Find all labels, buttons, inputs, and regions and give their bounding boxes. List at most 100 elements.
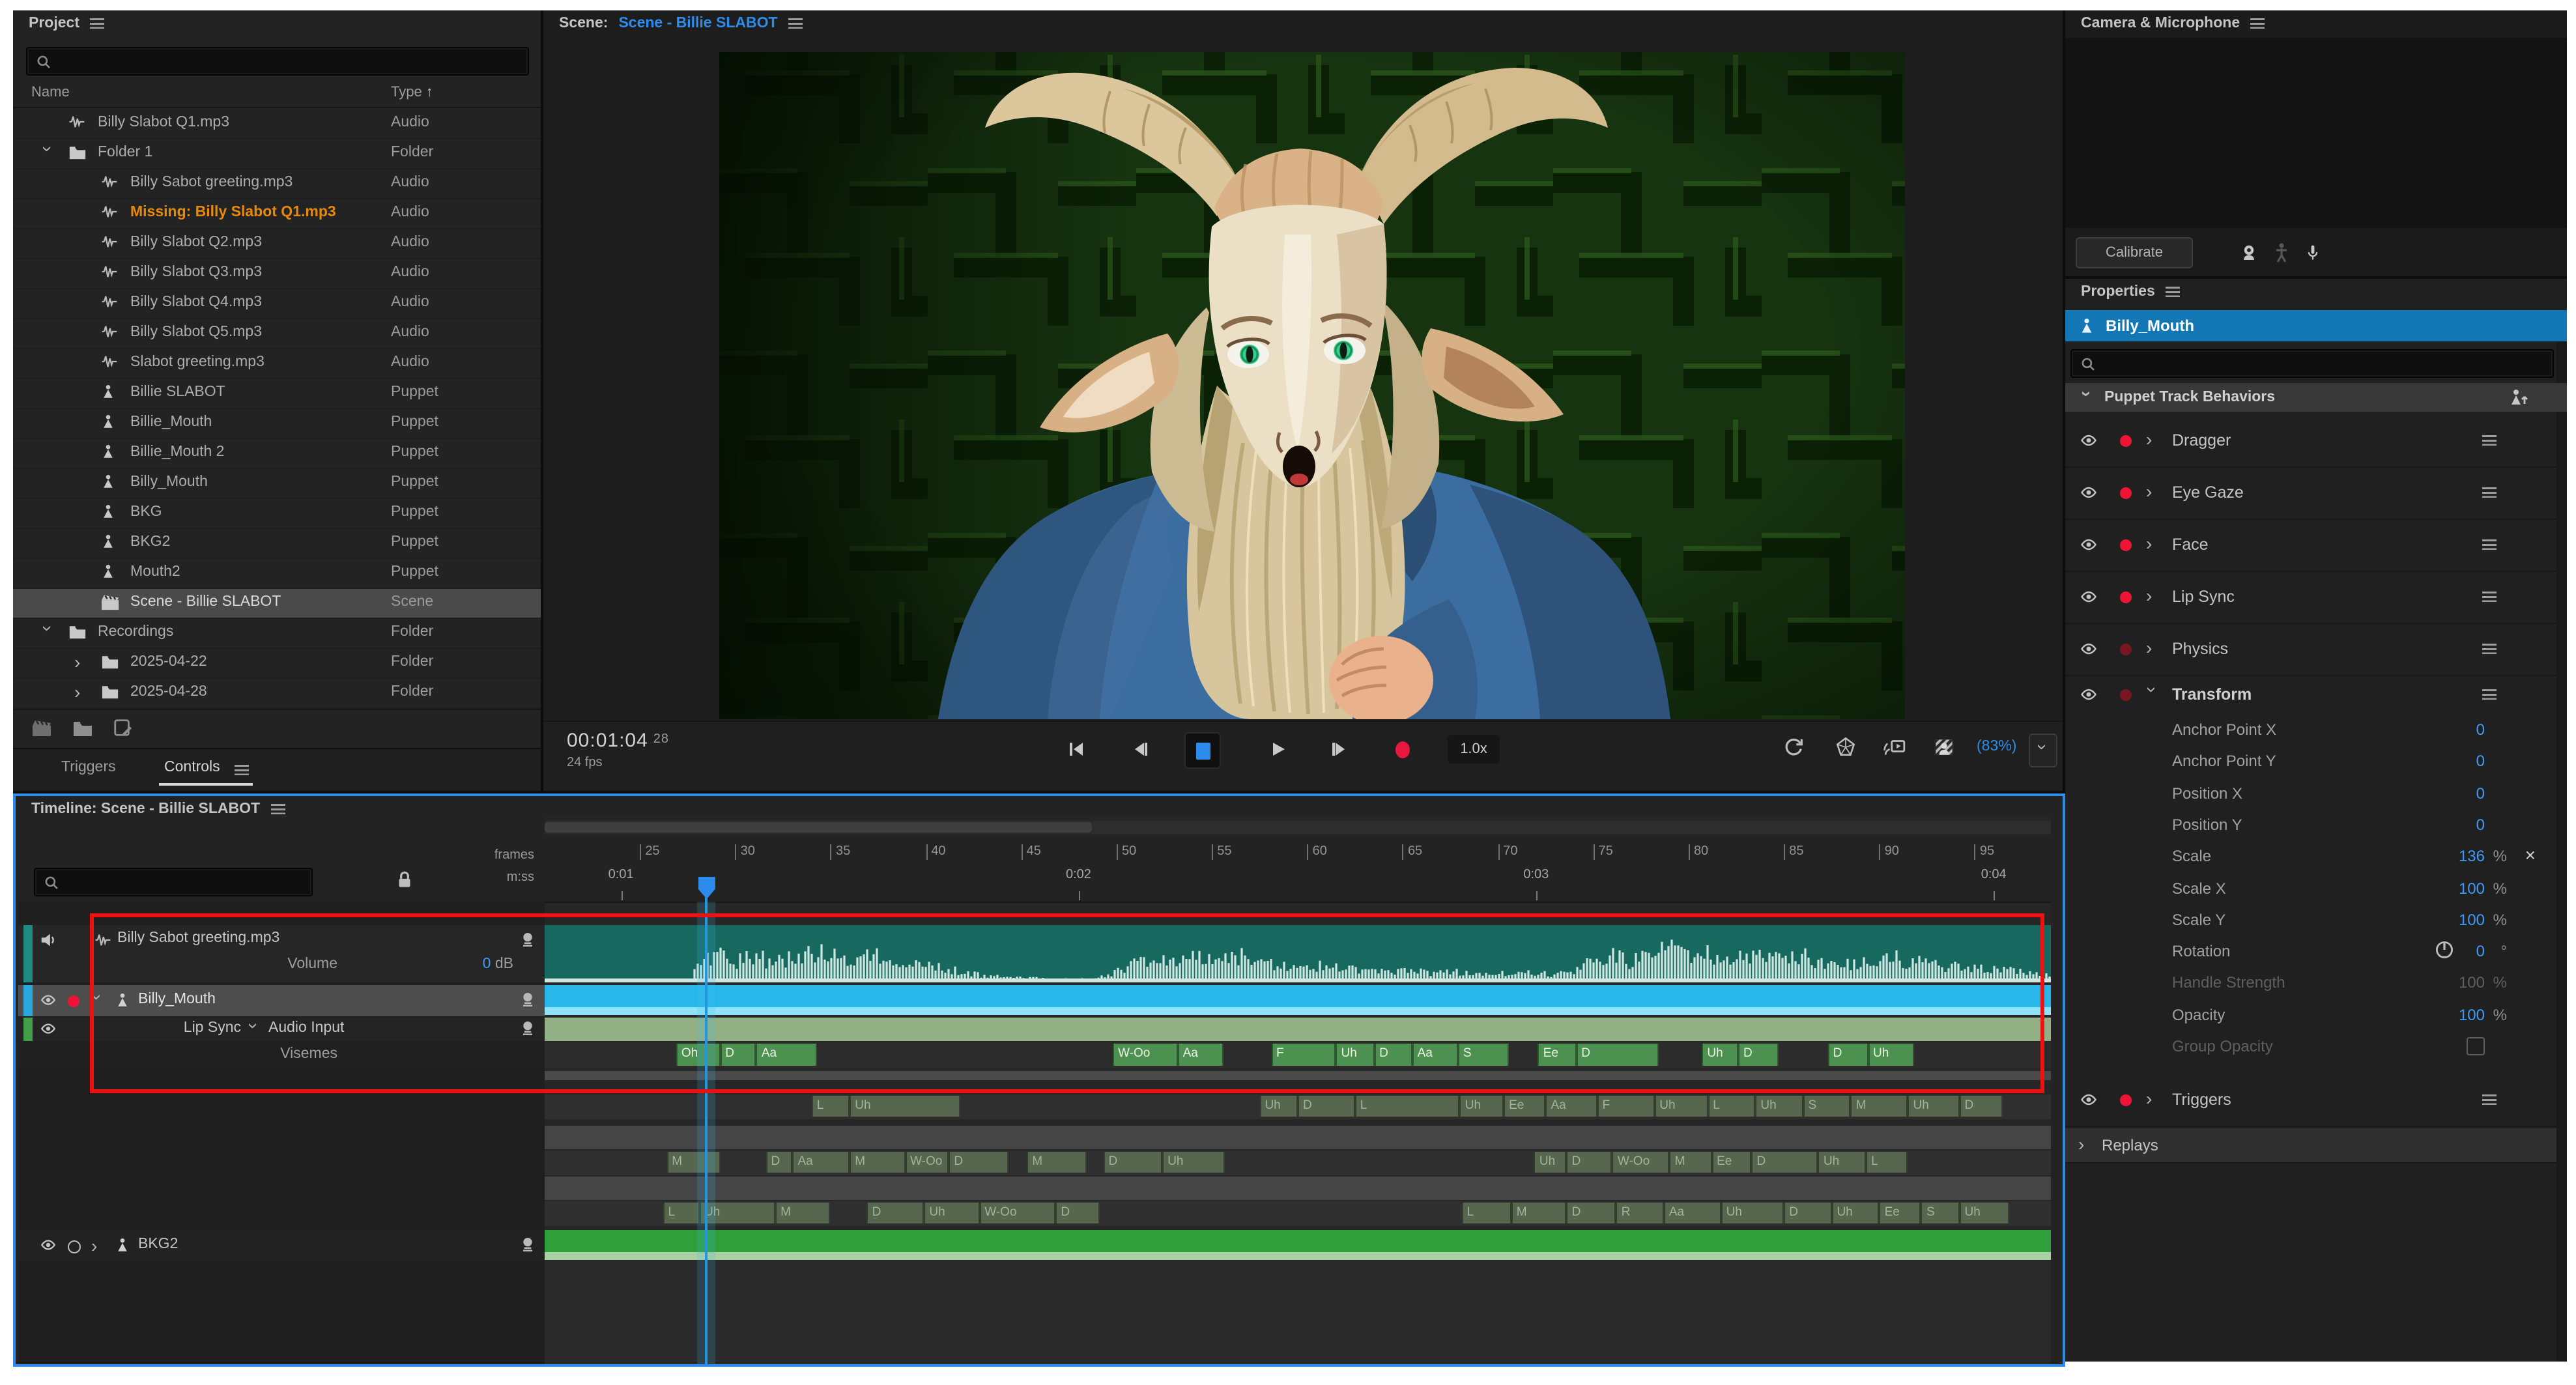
- viseme-block-s[interactable]: S: [1921, 1203, 1960, 1223]
- prop-value[interactable]: 100: [2459, 974, 2485, 992]
- bkg-track-bar[interactable]: [545, 1230, 2051, 1261]
- viseme-block-d[interactable]: D: [1298, 1096, 1355, 1117]
- chevron-collapsed-icon[interactable]: ›: [74, 685, 87, 698]
- timeline-empty-area[interactable]: [545, 1261, 2051, 1364]
- viseme-block-d[interactable]: D: [1784, 1203, 1831, 1223]
- viseme-block-l[interactable]: L: [1708, 1096, 1755, 1117]
- behavior-row-lip-sync[interactable]: ›Lip Sync: [2065, 571, 2556, 624]
- behavior-row-eye-gaze[interactable]: ›Eye Gaze: [2065, 466, 2556, 520]
- behavior-row-face[interactable]: ›Face: [2065, 519, 2556, 572]
- project-search-input[interactable]: [26, 47, 529, 76]
- record-arm-dot[interactable]: [2120, 592, 2132, 603]
- viseme-block-m[interactable]: M: [775, 1203, 831, 1223]
- panel-menu-icon[interactable]: [2250, 18, 2265, 29]
- viseme-block-s[interactable]: S: [1803, 1096, 1851, 1117]
- scene-stage[interactable]: [543, 36, 2063, 722]
- prop-value[interactable]: 136: [2459, 847, 2485, 865]
- take-group-row[interactable]: [545, 1126, 2051, 1149]
- calibrate-button[interactable]: Calibrate: [2076, 237, 2193, 268]
- stream-output-button[interactable]: [1883, 736, 1906, 758]
- behavior-menu-icon[interactable]: [2482, 689, 2497, 700]
- viseme-block-uh[interactable]: Uh: [1818, 1152, 1866, 1173]
- viseme-block-d[interactable]: D: [1960, 1096, 2003, 1117]
- record-button[interactable]: [1385, 732, 1419, 766]
- playback-speed-button[interactable]: 1.0x: [1448, 735, 1500, 764]
- viseme-block-m[interactable]: M: [1027, 1152, 1086, 1173]
- prop-value[interactable]: 0: [2476, 721, 2485, 739]
- viseme-block-m[interactable]: M: [1851, 1096, 1908, 1117]
- go-to-start-button[interactable]: [1059, 732, 1093, 766]
- project-row[interactable]: ›2025-04-22Folder: [13, 649, 541, 679]
- add-behavior-icon[interactable]: [2508, 387, 2529, 408]
- viseme-block-l[interactable]: L: [1462, 1203, 1511, 1223]
- viseme-block-uh[interactable]: Uh: [1259, 1096, 1298, 1117]
- record-arm-dot[interactable]: [2120, 689, 2132, 701]
- previous-frame-button[interactable]: [1123, 732, 1157, 766]
- project-row[interactable]: Billie_Mouth 2Puppet: [13, 439, 541, 469]
- viseme-block-l[interactable]: L: [812, 1096, 850, 1117]
- viseme-block-r[interactable]: R: [1616, 1203, 1664, 1223]
- viseme-block-w-oo[interactable]: W-Oo: [1612, 1152, 1670, 1173]
- timeline-search-input[interactable]: [34, 868, 313, 896]
- chevron-expanded-icon[interactable]: ›: [2146, 687, 2159, 700]
- viseme-block-uh[interactable]: Uh: [1960, 1203, 2009, 1223]
- project-row[interactable]: Billy Slabot Q5.mp3Audio: [13, 319, 541, 349]
- project-row[interactable]: Billie SLABOTPuppet: [13, 379, 541, 409]
- eye-icon[interactable]: [39, 992, 57, 1008]
- replays-section[interactable]: › Replays: [2065, 1128, 2556, 1164]
- panel-menu-icon[interactable]: [270, 804, 285, 814]
- new-folder-icon[interactable]: [72, 717, 94, 737]
- chevron-collapsed-icon[interactable]: ›: [2146, 1092, 2159, 1105]
- prop-value[interactable]: 100: [2459, 879, 2485, 897]
- viseme-block-d[interactable]: D: [867, 1203, 924, 1223]
- prop-value[interactable]: 100: [2459, 1005, 2485, 1023]
- record-arm-dot[interactable]: [68, 995, 79, 1007]
- eye-icon[interactable]: [39, 1236, 57, 1253]
- timeline-scrollbar-thumb[interactable]: [545, 822, 1092, 833]
- chevron-collapsed-icon[interactable]: ›: [2146, 589, 2159, 602]
- refresh-scene-button[interactable]: [1782, 736, 1805, 758]
- project-row[interactable]: Slabot greeting.mp3Audio: [13, 349, 541, 379]
- prop-value[interactable]: 0: [2476, 816, 2485, 834]
- record-arm-dot[interactable]: [2120, 644, 2132, 655]
- behavior-row-dragger[interactable]: ›Dragger: [2065, 414, 2556, 468]
- behavior-row-transform[interactable]: › Transform: [2065, 675, 2556, 714]
- prop-value[interactable]: 0: [2476, 942, 2485, 960]
- project-row[interactable]: Missing: Billy Slabot Q1.mp3Audio: [13, 199, 541, 229]
- eye-icon[interactable]: [2078, 588, 2099, 606]
- rotation-dial-icon[interactable]: [2434, 939, 2455, 960]
- behavior-menu-icon[interactable]: [2482, 644, 2497, 654]
- take-group-row[interactable]: [545, 1177, 2051, 1200]
- viseme-block-d[interactable]: D: [1567, 1203, 1616, 1223]
- speaker-icon[interactable]: [39, 930, 59, 950]
- body-tracking-icon[interactable]: [2272, 242, 2291, 263]
- viseme-block-d[interactable]: D: [1567, 1152, 1612, 1173]
- record-arm-dot[interactable]: [2120, 487, 2132, 499]
- behavior-menu-icon[interactable]: [2482, 1094, 2497, 1105]
- viseme-block-uh[interactable]: Uh: [1831, 1203, 1879, 1223]
- viseme-block-aa[interactable]: Aa: [792, 1152, 850, 1173]
- eye-icon[interactable]: [2078, 1091, 2099, 1109]
- viseme-block-w-oo[interactable]: W-Oo: [979, 1203, 1055, 1223]
- viseme-block-uh[interactable]: Uh: [1755, 1096, 1803, 1117]
- eye-icon[interactable]: [2078, 685, 2099, 704]
- project-row[interactable]: Billy_MouthPuppet: [13, 469, 541, 499]
- viseme-block-aa[interactable]: Aa: [1664, 1203, 1721, 1223]
- viseme-block-uh[interactable]: Uh: [1534, 1152, 1567, 1173]
- viseme-block-uh[interactable]: Uh: [850, 1096, 960, 1117]
- new-scene-icon[interactable]: [31, 717, 53, 737]
- viseme-block-ee[interactable]: Ee: [1880, 1203, 1921, 1223]
- project-row[interactable]: ›RecordingsFolder: [13, 619, 541, 649]
- project-row[interactable]: ›2025-04-28Folder: [13, 679, 541, 709]
- project-row[interactable]: BKGPuppet: [13, 499, 541, 529]
- timeline-scrollbar[interactable]: [545, 821, 2051, 834]
- behavior-menu-icon[interactable]: [2482, 435, 2497, 446]
- viseme-block-l[interactable]: L: [1866, 1152, 1908, 1173]
- next-frame-button[interactable]: [1323, 732, 1356, 766]
- chevron-collapsed-icon[interactable]: ›: [2146, 433, 2159, 446]
- zoom-percent-label[interactable]: (83%): [1977, 739, 2016, 754]
- project-row[interactable]: Billy Slabot Q2.mp3Audio: [13, 229, 541, 259]
- viseme-block-m[interactable]: M: [850, 1152, 905, 1173]
- chevron-expanded-icon[interactable]: ›: [42, 146, 55, 159]
- show-mesh-button[interactable]: [1835, 736, 1857, 758]
